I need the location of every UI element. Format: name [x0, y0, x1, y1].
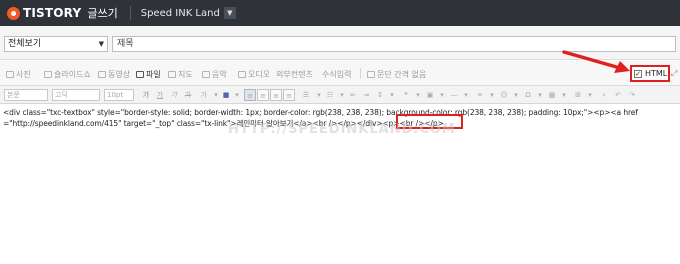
html-mode-checkbox[interactable]: ✓ HTML — [630, 65, 670, 82]
attach-label: 슬라이드쇼 — [54, 70, 91, 79]
blog-name[interactable]: Speed INK Land — [141, 8, 220, 19]
chevron-down-icon[interactable]: ▾ — [584, 89, 596, 101]
italic-icon[interactable]: 가 — [168, 89, 180, 101]
divider — [360, 68, 361, 79]
slideshow-icon — [44, 71, 52, 78]
align-right-icon[interactable]: ≡ — [270, 89, 282, 101]
file-icon — [136, 71, 144, 78]
attach-label: 문단 간격 없음 — [377, 70, 427, 79]
line-height-icon[interactable]: ↕ — [374, 89, 386, 101]
attach-map[interactable]: 지도 — [168, 69, 193, 80]
source-line: <div class="txc-textbox" style="border-s… — [3, 108, 638, 117]
audio-icon — [238, 71, 246, 78]
underline-icon[interactable]: 가 — [154, 89, 166, 101]
divider — [129, 6, 131, 20]
style-select[interactable]: 본문 — [4, 89, 48, 101]
logo[interactable]: TISTORY — [23, 6, 81, 20]
map-icon — [168, 71, 176, 78]
tistory-logo-icon — [7, 6, 20, 20]
outdent-icon[interactable]: ⇤ — [347, 89, 359, 101]
chevron-down-icon[interactable]: ▾ — [558, 89, 570, 101]
attach-audio[interactable]: 오디오 — [238, 69, 270, 80]
attach-formula[interactable]: 수식입력 — [322, 69, 351, 80]
category-select[interactable]: 전체보기 ▼ — [4, 36, 108, 52]
write-label: 글쓰기 — [87, 7, 118, 20]
font-select[interactable]: 고딕 — [52, 89, 100, 101]
attach-label: 동영상 — [108, 70, 131, 79]
chevron-down-icon: ▼ — [98, 40, 104, 48]
align-center-icon[interactable]: ≡ — [257, 89, 269, 101]
video-icon — [98, 71, 106, 78]
grid-icon[interactable]: ⊞ — [572, 89, 584, 101]
align-justify-icon[interactable]: ≡ — [283, 89, 295, 101]
chevron-down-icon[interactable]: ▾ — [436, 89, 448, 101]
attach-label: 지도 — [178, 70, 193, 79]
box-icon[interactable]: ▣ — [424, 89, 436, 101]
attach-external[interactable]: 외부컨텐츠 — [276, 69, 313, 80]
top-bar: TISTORY 글쓰기 Speed INK Land ▼ — [0, 0, 680, 26]
attach-photo[interactable]: 사진 — [6, 69, 31, 80]
html-label: HTML — [645, 69, 668, 78]
photo-icon — [6, 71, 14, 78]
attach-label: 사진 — [16, 70, 31, 79]
attach-music[interactable]: 음악 — [202, 69, 227, 80]
chevron-down-icon[interactable]: ▾ — [460, 89, 472, 101]
music-icon — [202, 71, 210, 78]
undo-icon[interactable]: ↶ — [612, 89, 624, 101]
attach-label: 수식입력 — [322, 70, 352, 79]
bullet-list-icon[interactable]: ☰ — [300, 89, 312, 101]
indent-icon[interactable]: ⇥ — [360, 89, 372, 101]
chevron-down-icon[interactable]: ▾ — [534, 89, 546, 101]
attach-label: 음악 — [212, 70, 227, 79]
redo-icon[interactable]: ↷ — [626, 89, 638, 101]
align-left-icon[interactable]: ≡ — [244, 89, 256, 101]
bold-icon[interactable]: 가 — [140, 89, 152, 101]
chevron-down-icon[interactable]: ▾ — [386, 89, 398, 101]
search-icon[interactable]: ⌕ — [598, 89, 610, 101]
annotation-arrow — [562, 50, 630, 73]
size-select[interactable]: 10pt — [104, 89, 134, 101]
attach-video[interactable]: 동영상 — [98, 69, 130, 80]
emoticon-icon[interactable]: ☺ — [498, 89, 510, 101]
format-toolbar: 본문 고딕 10pt 가 가 가 가 가 ▾ ■ ▾ ≡ ≡ ≡ ≡ ☰ ▾ ☷… — [0, 86, 680, 104]
checkbox-icon — [367, 71, 375, 78]
strikethrough-icon[interactable]: 가 — [182, 89, 194, 101]
chevron-down-icon[interactable]: ▾ — [510, 89, 522, 101]
chevron-down-icon[interactable]: ▾ — [231, 89, 243, 101]
table-icon[interactable]: ▦ — [546, 89, 558, 101]
chevron-down-icon[interactable]: ▾ — [486, 89, 498, 101]
attach-label: 파일 — [146, 70, 161, 79]
attach-label: 오디오 — [248, 70, 271, 79]
category-value: 전체보기 — [8, 39, 42, 49]
chevron-down-icon[interactable]: ▼ — [223, 7, 236, 19]
quote-icon[interactable]: ❝ — [400, 89, 412, 101]
expand-icon[interactable]: ⤢ — [671, 69, 677, 79]
attach-label: 외부컨텐츠 — [276, 70, 313, 79]
attach-file[interactable]: 파일 — [136, 69, 161, 80]
numbered-list-icon[interactable]: ☷ — [324, 89, 336, 101]
paragraph-spacing-toggle[interactable]: 문단 간격 없음 — [367, 69, 426, 80]
special-char-icon[interactable]: Ω — [522, 89, 534, 101]
font-color-icon[interactable]: 가 — [198, 89, 210, 101]
divider-line-icon[interactable]: — — [448, 89, 460, 101]
attach-slideshow[interactable]: 슬라이드쇼 — [44, 69, 91, 80]
watermark: HTTP://SPEEDINKLAND.COM — [228, 122, 456, 137]
chevron-down-icon[interactable]: ▾ — [412, 89, 424, 101]
link-icon[interactable]: ⚭ — [474, 89, 486, 101]
